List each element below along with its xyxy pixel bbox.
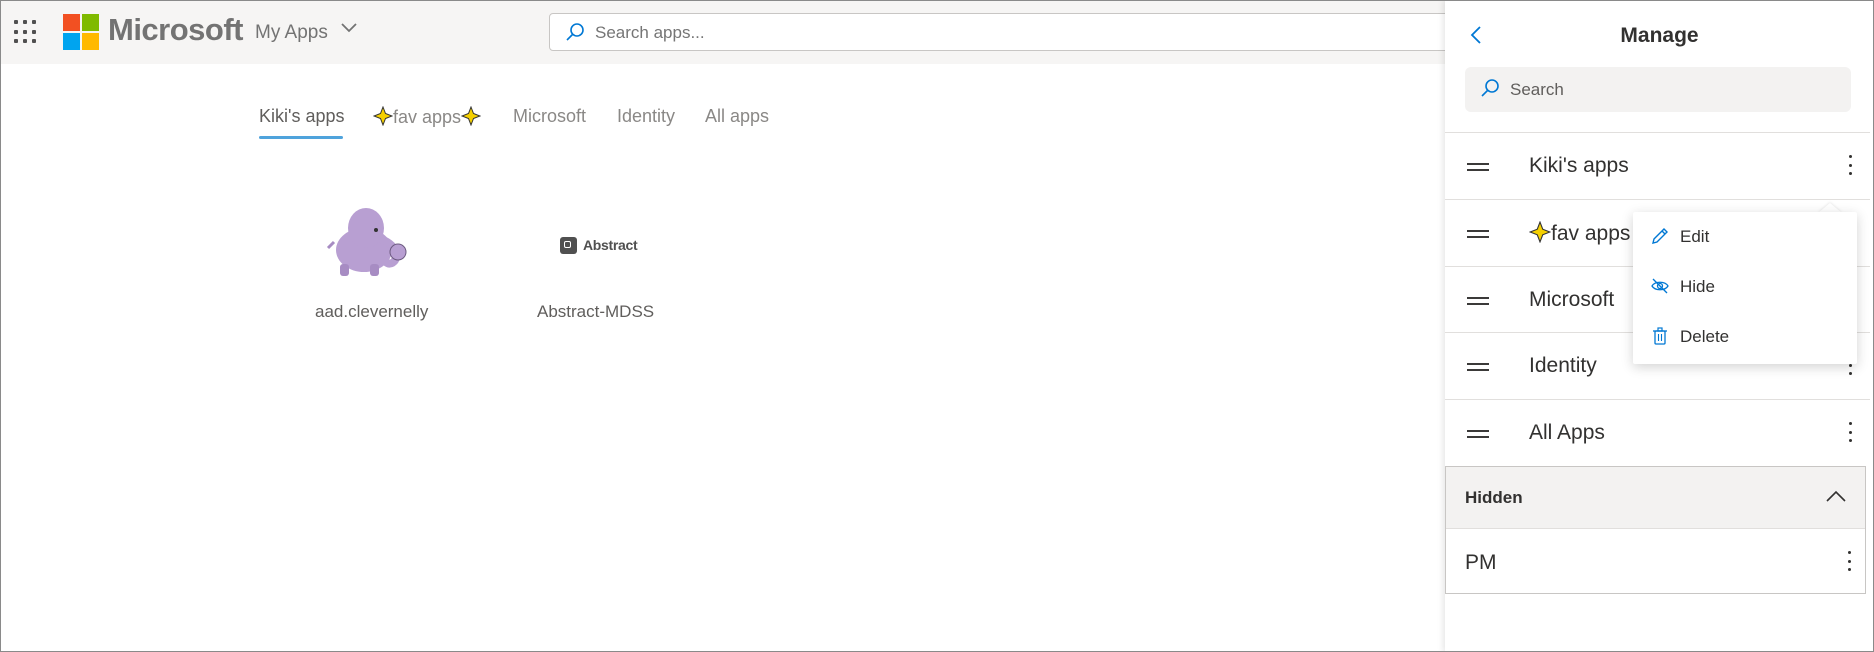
collection-label: Kiki's apps (1529, 154, 1629, 177)
collection-label: fav apps (1551, 222, 1631, 245)
panel-title: Manage (1620, 24, 1699, 47)
collection-label: All Apps (1529, 421, 1605, 444)
tab-kikis-apps[interactable]: Kiki's apps (259, 106, 344, 127)
sparkle-star-icon (1529, 221, 1551, 243)
app-switcher-label[interactable]: My Apps (255, 22, 328, 44)
abstract-logo-mark-icon (560, 236, 577, 254)
active-tab-indicator (259, 136, 343, 139)
drag-handle-icon[interactable] (1467, 230, 1489, 238)
collection-row[interactable]: All Apps (1445, 400, 1870, 466)
drag-handle-icon[interactable] (1467, 297, 1489, 305)
microsoft-logo-icon (63, 14, 99, 50)
sparkle-star-icon (373, 106, 393, 126)
tab-fav-apps-label: fav apps (393, 107, 462, 127)
abstract-logo[interactable]: Abstract (560, 235, 638, 255)
app-launcher-icon[interactable] (14, 20, 38, 44)
more-options-icon[interactable] (1848, 155, 1852, 175)
menu-item-label: Delete (1680, 327, 1730, 346)
elephant-icon[interactable] (326, 204, 416, 278)
abstract-logo-text: Abstract (583, 237, 638, 253)
context-menu: Edit Hide Delete (1633, 212, 1857, 364)
menu-item-hide[interactable]: Hide (1633, 262, 1857, 312)
hidden-item-label: PM (1465, 551, 1497, 574)
drag-handle-icon[interactable] (1467, 163, 1489, 171)
chevron-up-icon[interactable] (1825, 489, 1847, 503)
tab-identity[interactable]: Identity (617, 106, 675, 127)
tab-microsoft[interactable]: Microsoft (513, 106, 586, 127)
eye-off-icon (1651, 278, 1669, 294)
collection-label-wrap: fav apps (1529, 221, 1630, 246)
collection-label: Identity (1529, 354, 1597, 377)
collection-row[interactable]: Kiki's apps (1445, 133, 1870, 199)
collection-label: Microsoft (1529, 288, 1615, 311)
menu-item-label: Hide (1680, 277, 1715, 296)
drag-handle-icon[interactable] (1467, 363, 1489, 371)
search-placeholder: Search apps... (595, 23, 705, 42)
search-icon (566, 23, 584, 41)
panel-search-placeholder: Search (1510, 80, 1564, 99)
tab-all-apps[interactable]: All apps (705, 106, 769, 127)
app-name[interactable]: Abstract-MDSS (537, 302, 654, 322)
panel-search-input[interactable]: Search (1465, 67, 1851, 112)
hidden-section: Hidden PM (1445, 466, 1866, 594)
menu-item-label: Edit (1680, 227, 1710, 246)
hidden-section-title: Hidden (1465, 488, 1523, 507)
brand-name: Microsoft (108, 12, 244, 47)
hidden-section-header[interactable]: Hidden (1446, 467, 1865, 528)
pencil-icon (1652, 228, 1668, 244)
menu-item-edit[interactable]: Edit (1633, 212, 1857, 262)
search-icon (1481, 79, 1499, 97)
hidden-item-row[interactable]: PM (1446, 528, 1865, 595)
chevron-down-icon[interactable] (340, 22, 358, 34)
trash-icon (1653, 327, 1667, 345)
more-options-icon[interactable] (1847, 551, 1851, 571)
more-options-icon[interactable] (1848, 422, 1852, 442)
drag-handle-icon[interactable] (1467, 430, 1489, 438)
tab-fav-apps[interactable]: fav apps (373, 106, 482, 128)
sparkle-star-icon (461, 106, 482, 126)
menu-item-delete[interactable]: Delete (1633, 312, 1857, 362)
app-name[interactable]: aad.clevernelly (315, 302, 428, 322)
